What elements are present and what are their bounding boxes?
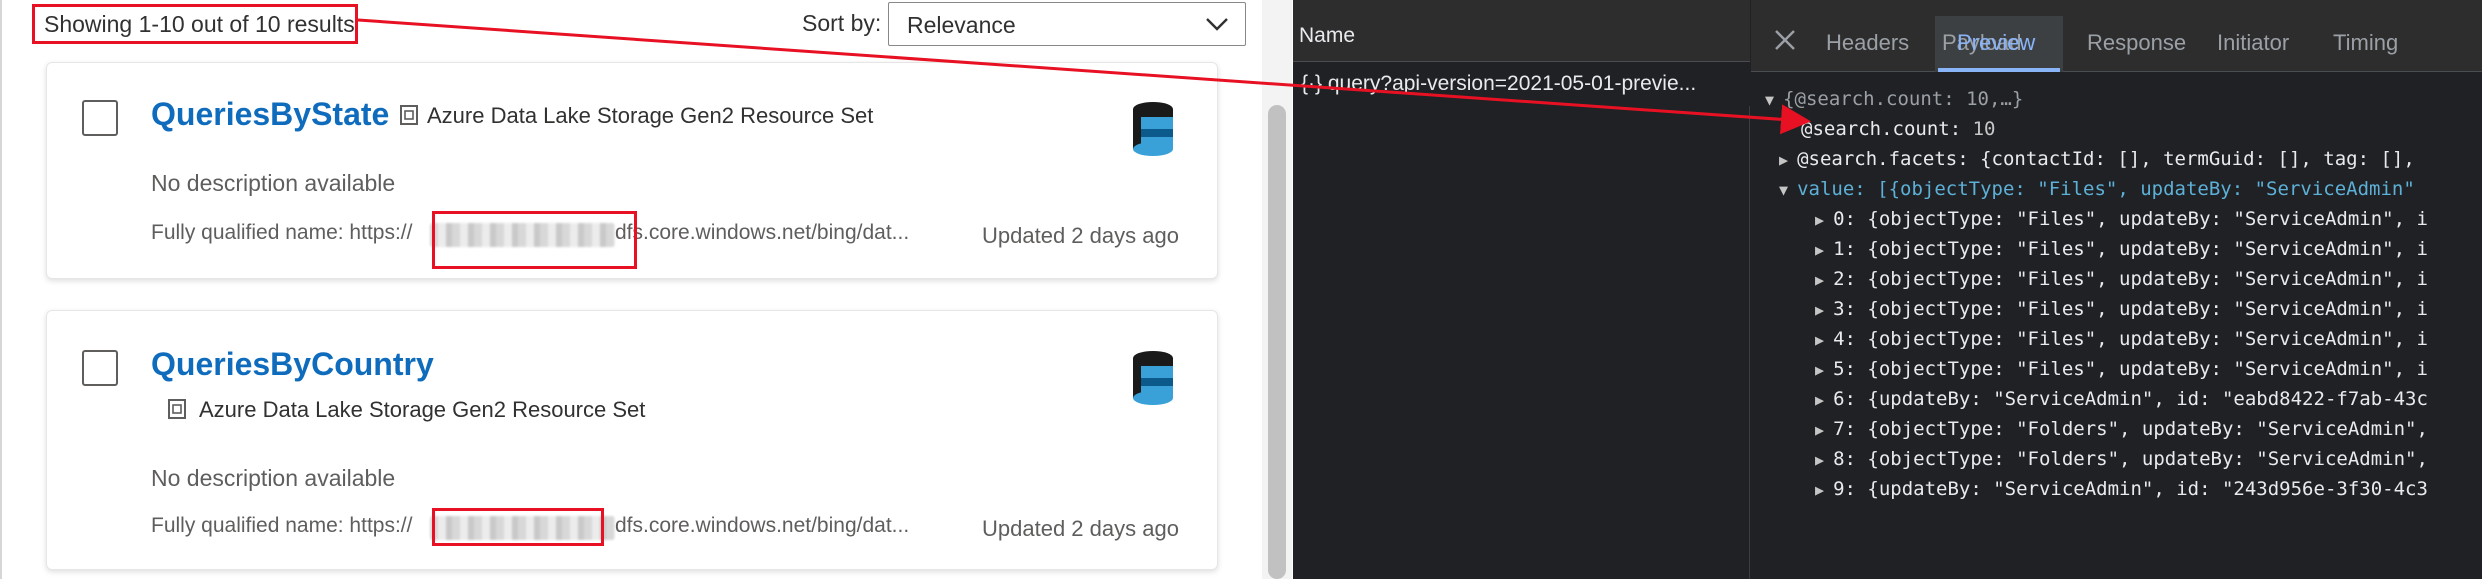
select-checkbox[interactable]	[82, 350, 118, 386]
expand-triangle-icon: ▶	[1815, 211, 1834, 229]
tab-timing[interactable]: Timing	[2333, 30, 2398, 56]
json-item[interactable]: ▶ 1: {objectType: "Files", updateBy: "Se…	[1815, 238, 2428, 260]
result-type: Azure Data Lake Storage Gen2 Resource Se…	[427, 103, 874, 128]
expand-triangle-icon: ▶	[1815, 361, 1834, 379]
resource-set-icon	[400, 105, 418, 125]
expand-triangle-icon: ▶	[1815, 421, 1834, 439]
result-title-link[interactable]: QueriesByCountry	[151, 346, 434, 383]
data-lake-icon	[1133, 102, 1173, 156]
sort-label: Sort by:	[802, 10, 882, 36]
result-card[interactable]: QueriesByState Azure Data Lake Storage G…	[46, 62, 1218, 279]
detail-tabbar: Headers Payload Preview Response Initiat…	[1751, 0, 2482, 72]
expand-triangle-icon: ▼	[1765, 91, 1784, 109]
expand-triangle-icon: ▶	[1815, 451, 1834, 469]
result-title-link[interactable]: QueriesByState	[151, 96, 389, 133]
devtools-network-panel: Name {·} query?api-version=2021-05-01-pr…	[1293, 0, 2482, 579]
result-description: No description available	[151, 170, 396, 196]
qualified-name-suffix: dfs.core.windows.net/bing/dat...	[615, 221, 910, 244]
data-lake-icon	[1133, 351, 1173, 405]
updated-time: Updated 2 days ago	[982, 223, 1179, 248]
json-item[interactable]: ▶ 3: {objectType: "Files", updateBy: "Se…	[1815, 298, 2428, 320]
qualified-name-suffix: dfs.core.windows.net/bing/dat...	[615, 514, 910, 537]
scrollbar-thumb[interactable]	[1268, 105, 1286, 579]
json-item[interactable]: ▶ 7: {objectType: "Folders", updateBy: "…	[1815, 418, 2428, 440]
chevron-down-icon	[1206, 18, 1228, 31]
sort-value: Relevance	[907, 12, 1016, 38]
expand-triangle-icon: ▶	[1815, 331, 1834, 349]
expand-triangle-icon: ▶	[1815, 271, 1834, 289]
expand-triangle-icon: ▶	[1779, 151, 1798, 169]
request-name: {·} query?api-version=2021-05-01-previe.…	[1301, 72, 1697, 95]
json-search-facets[interactable]: ▶ @search.facets: {contactId: [], termGu…	[1779, 148, 2415, 170]
resource-set-icon	[168, 399, 186, 419]
select-checkbox[interactable]	[82, 100, 118, 136]
qualified-name-prefix: Fully qualified name: https://	[151, 514, 413, 537]
json-item[interactable]: ▶ 6: {updateBy: "ServiceAdmin", id: "eab…	[1815, 388, 2428, 410]
tab-initiator[interactable]: Initiator	[2217, 30, 2289, 56]
results-count: Showing 1-10 out of 10 results	[32, 4, 358, 44]
close-icon[interactable]	[1773, 28, 1797, 52]
updated-time: Updated 2 days ago	[982, 516, 1179, 541]
qualified-name-prefix: Fully qualified name: https://	[151, 221, 413, 244]
name-header-label: Name	[1299, 24, 1356, 47]
expand-triangle-icon: ▶	[1815, 481, 1834, 499]
name-column-header[interactable]: Name	[1293, 0, 1750, 62]
result-description: No description available	[151, 465, 396, 491]
expand-triangle-icon: ▼	[1779, 181, 1798, 199]
request-detail-pane: Headers Payload Preview Response Initiat…	[1751, 0, 2482, 579]
json-search-count: @search.count: 10	[1801, 118, 1996, 140]
expand-triangle-icon: ▶	[1815, 241, 1834, 259]
search-results-panel: Showing 1-10 out of 10 results Sort by: …	[0, 0, 1293, 579]
json-item[interactable]: ▶ 0: {objectType: "Files", updateBy: "Se…	[1815, 208, 2428, 230]
request-row[interactable]: {·} query?api-version=2021-05-01-previe.…	[1293, 62, 1750, 106]
json-item[interactable]: ▶ 2: {objectType: "Files", updateBy: "Se…	[1815, 268, 2428, 290]
json-value-array[interactable]: ▼ value: [{objectType: "Files", updateBy…	[1779, 178, 2415, 200]
json-root[interactable]: ▼ {@search.count: 10,…}	[1765, 88, 2023, 110]
json-item[interactable]: ▶ 5: {objectType: "Files", updateBy: "Se…	[1815, 358, 2428, 380]
sort-dropdown[interactable]: Relevance	[888, 2, 1246, 46]
json-item[interactable]: ▶ 8: {objectType: "Folders", updateBy: "…	[1815, 448, 2428, 470]
highlight-box	[432, 508, 604, 546]
expand-triangle-icon: ▶	[1815, 391, 1834, 409]
request-list-pane: Name {·} query?api-version=2021-05-01-pr…	[1293, 0, 1750, 579]
tab-response[interactable]: Response	[2087, 30, 2186, 56]
expand-triangle-icon: ▶	[1815, 301, 1834, 319]
json-item[interactable]: ▶ 9: {updateBy: "ServiceAdmin", id: "243…	[1815, 478, 2428, 500]
highlight-box	[432, 211, 637, 269]
tab-headers[interactable]: Headers	[1826, 30, 1909, 56]
tab-preview[interactable]: Preview	[1957, 30, 2035, 56]
result-card[interactable]: QueriesByCountry Azure Data Lake Storage…	[46, 310, 1218, 570]
result-type: Azure Data Lake Storage Gen2 Resource Se…	[199, 397, 646, 422]
json-item[interactable]: ▶ 4: {objectType: "Files", updateBy: "Se…	[1815, 328, 2428, 350]
active-tab-indicator	[1938, 68, 2060, 72]
